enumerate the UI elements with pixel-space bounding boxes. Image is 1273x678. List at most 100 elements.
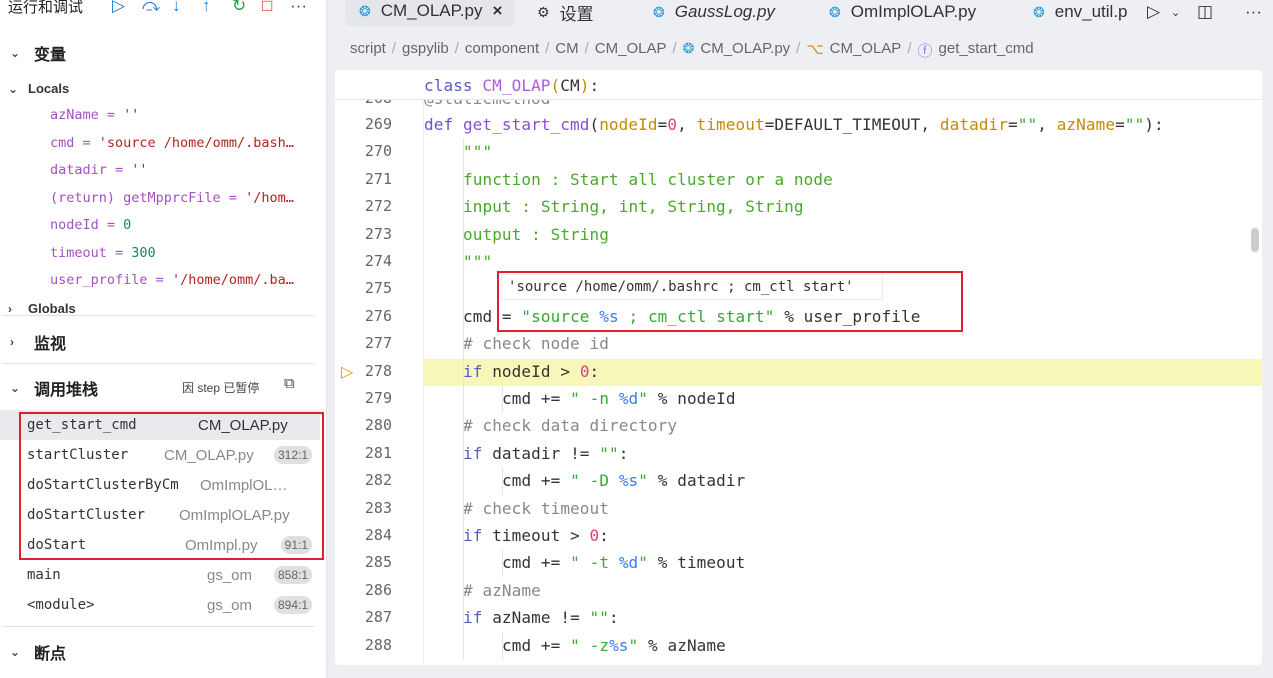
breadcrumb-item[interactable]: gspylib: [402, 40, 449, 61]
code-token: ): [579, 76, 590, 95]
chevron-down-icon[interactable]: ⌄: [1171, 0, 1180, 28]
breakpoints-section-header[interactable]: ⌄ 断点: [10, 640, 66, 664]
step-out-icon[interactable]: ↑: [202, 0, 211, 16]
locals-group[interactable]: ⌄ Locals: [8, 81, 69, 96]
more-icon[interactable]: ···: [290, 0, 307, 16]
variable-item[interactable]: datadir = '': [50, 162, 320, 178]
variable-item[interactable]: timeout = 300: [50, 245, 320, 261]
python-file-icon: ❂: [1033, 3, 1045, 20]
code-token: 0: [667, 115, 678, 134]
code-token: ": [628, 635, 639, 655]
code-token: ": [638, 389, 649, 408]
line-number: 274: [364, 252, 392, 270]
breadcrumb-item[interactable]: get_start_cmd: [939, 40, 1034, 61]
code-token: ,: [677, 115, 697, 134]
breadcrumb-separator: /: [584, 40, 589, 57]
variable-item[interactable]: (return) getMpprcFile = '/hom…: [50, 190, 320, 206]
chevron-down-icon: ⌄: [8, 81, 19, 96]
code-token: cmd +=: [502, 635, 571, 655]
editor-tabs: ❂ CM_OLAP.py × ⚙ 设置 ❂ GaussLog.py ❂ OmImplOLA…: [335, 0, 1273, 30]
code-line: def get_start_cmd(nodeId = 0, timeout =DEFA…: [424, 111, 1262, 138]
indent-guide: [502, 631, 503, 660]
code-token: %s: [609, 635, 629, 655]
breadcrumb-item[interactable]: CM_OLAP.py: [700, 40, 790, 61]
variable-item[interactable]: cmd = 'source /home/omm/.bash…: [50, 135, 320, 151]
globals-group[interactable]: › Globals: [8, 301, 76, 316]
tab-settings[interactable]: ⚙ 设置: [537, 0, 594, 28]
variable-name: cmd: [50, 134, 75, 151]
indent-guide: [463, 193, 464, 222]
frame-file: gs_om: [207, 596, 253, 614]
line-number: 270: [364, 142, 392, 161]
line-number: 283: [364, 498, 392, 517]
variable-value: 300: [131, 244, 156, 261]
tab-gausslog[interactable]: ❂ GaussLog.py: [653, 0, 775, 28]
step-over-icon[interactable]: ⤼: [142, 0, 160, 16]
code-token: " -z: [570, 635, 610, 655]
sticky-scroll-header[interactable]: class CM_OLAP(CM):: [335, 70, 1262, 100]
python-file-icon: ❂: [359, 2, 371, 19]
indent-guide: [463, 248, 464, 276]
tab-omimplolap[interactable]: ❂ OmImplOLAP.py: [829, 0, 976, 28]
restart-icon[interactable]: ↻: [232, 0, 246, 16]
line-number: 275: [364, 279, 392, 298]
code-token: " -t: [570, 553, 619, 573]
callstack-section-header[interactable]: ⌄ 调用堆栈: [10, 376, 98, 400]
indent-guide: [463, 302, 464, 331]
tab-cm-olap[interactable]: ❂ CM_OLAP.py ×: [345, 0, 515, 26]
code-token: =DEFAULT_TIMEOUT,: [764, 115, 940, 134]
breadcrumb-item[interactable]: component: [465, 40, 539, 61]
variable-item[interactable]: user_profile = '/home/omm/.ba…: [50, 272, 320, 288]
breadcrumb-item[interactable]: CM: [555, 40, 578, 61]
continue-icon[interactable]: ▷: [112, 0, 125, 16]
collapse-all-icon[interactable]: ⧉: [284, 375, 295, 392]
code-token: 0: [579, 361, 590, 381]
code-token: """: [463, 252, 493, 271]
scrollbar-thumb[interactable]: [1251, 228, 1259, 252]
code-token: %d: [618, 553, 639, 573]
code-editor[interactable]: class CM_OLAP(CM): 268@staticmethod269de…: [335, 70, 1262, 665]
indent-guide: [502, 467, 503, 496]
indent-guide: [463, 138, 464, 167]
run-icon[interactable]: ▷: [1147, 0, 1160, 28]
code-token: =: [1115, 115, 1125, 134]
equals-sign: =: [147, 272, 172, 288]
split-editor-icon[interactable]: ◫: [1197, 0, 1213, 28]
watch-section-header[interactable]: › 监视: [10, 330, 66, 354]
line-number: 279: [364, 389, 392, 407]
chevron-right-icon: ›: [8, 301, 12, 316]
breadcrumb-item[interactable]: CM_OLAP: [595, 40, 667, 61]
code-token: % nodeId: [648, 389, 736, 408]
code-token: (: [589, 115, 600, 134]
code-token: "": [1017, 115, 1038, 134]
stop-icon[interactable]: □: [262, 0, 272, 16]
callstack-frame[interactable]: <module> gs_om 894:1: [20, 590, 315, 620]
code-line: # check node id: [424, 330, 1262, 357]
code-line: # check data directory: [424, 412, 1262, 439]
code-line: if azName != "":: [424, 604, 1262, 631]
code-line: if datadir != "":: [424, 440, 1262, 467]
indent-guide: [502, 549, 503, 578]
variable-item[interactable]: azName = '': [50, 107, 320, 123]
breadcrumb-separator: /: [545, 40, 550, 57]
frame-file: gs_om: [207, 566, 253, 584]
variable-value: '/home/omm/.ba…: [171, 272, 294, 288]
step-into-icon[interactable]: ↓: [172, 0, 181, 16]
python-file-icon: ❂: [682, 40, 695, 56]
more-actions-icon[interactable]: ···: [1245, 0, 1262, 28]
function-symbol-icon: ⓕ: [917, 43, 933, 60]
variable-item[interactable]: nodeId = 0: [50, 217, 320, 233]
breadcrumb-item[interactable]: CM_OLAP: [830, 40, 902, 61]
code-token: :: [589, 361, 600, 381]
callstack-frame[interactable]: main gs_om 858:1: [20, 560, 315, 590]
indent-guide: [463, 549, 464, 578]
variables-section-header[interactable]: ⌄ 变量: [10, 41, 66, 65]
code-token: %s: [618, 471, 639, 491]
watch-label: 监视: [34, 336, 67, 353]
tab-env-util[interactable]: ❂ env_util.p: [1033, 0, 1143, 28]
close-tab-icon[interactable]: ×: [492, 1, 502, 21]
code-line: cmd += " -z %s " % azName: [424, 632, 1262, 659]
breadcrumb-item[interactable]: script: [350, 40, 386, 61]
code-token: :: [589, 76, 600, 95]
code-token: # check data directory: [463, 416, 678, 436]
